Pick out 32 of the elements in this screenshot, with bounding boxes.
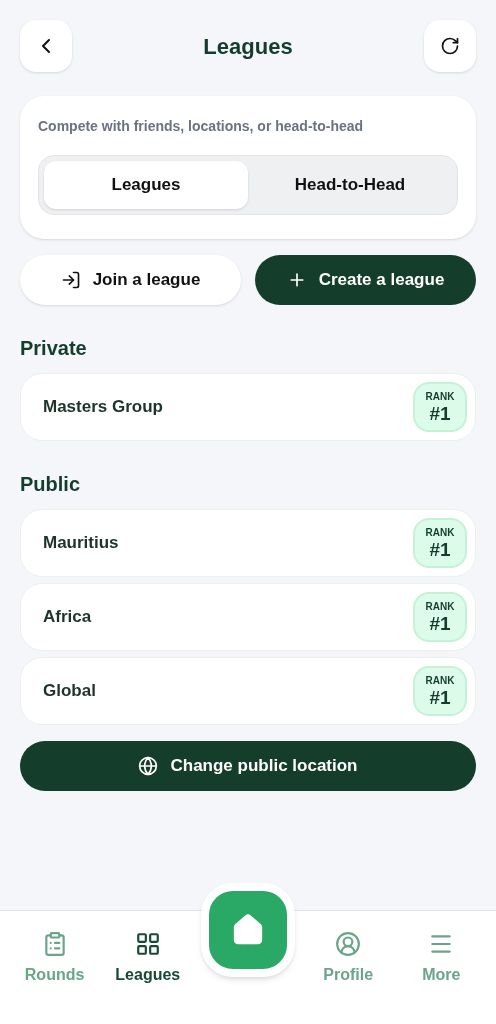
login-icon xyxy=(60,270,81,290)
join-league-button[interactable]: Join a league xyxy=(20,255,241,305)
section-heading: Private xyxy=(20,336,88,361)
rank-label: RANK xyxy=(425,675,455,686)
league-name: Masters Group xyxy=(43,396,163,419)
league-name: Africa xyxy=(43,606,92,629)
league-row[interactable]: Masters Group RANK #1 xyxy=(20,373,476,441)
league-row[interactable]: Africa RANK #1 xyxy=(20,583,476,651)
change-location-button[interactable]: Change public location xyxy=(20,741,476,791)
rank-label: RANK xyxy=(425,391,455,402)
user-icon xyxy=(335,931,362,957)
grid-icon xyxy=(134,931,161,957)
section-heading: Public xyxy=(20,472,81,497)
rank-value: #1 xyxy=(429,403,451,423)
league-row[interactable]: Global RANK #1 xyxy=(20,657,476,725)
globe-icon xyxy=(138,756,159,776)
refresh-button[interactable] xyxy=(424,20,476,72)
segment-tab[interactable]: Head-to-Head xyxy=(248,161,452,209)
league-row[interactable]: Mauritius RANK #1 xyxy=(20,509,476,577)
league-name: Mauritius xyxy=(43,532,119,555)
rank-value: #1 xyxy=(429,613,451,633)
nav-tab[interactable]: Leagues xyxy=(107,931,188,987)
rank-label: RANK xyxy=(425,527,455,538)
create-league-button[interactable]: Create a league xyxy=(255,255,476,305)
intro-text: Compete with friends, locations, or head-to-head xyxy=(38,117,365,136)
rank-value: #1 xyxy=(429,687,451,707)
page-title: Leagues xyxy=(203,32,293,61)
rank-value: #1 xyxy=(429,539,451,559)
segment-tab[interactable]: Leagues xyxy=(44,161,248,209)
rank-label: RANK xyxy=(425,601,455,612)
league-name: Global xyxy=(43,680,96,703)
refresh-icon xyxy=(440,36,460,56)
